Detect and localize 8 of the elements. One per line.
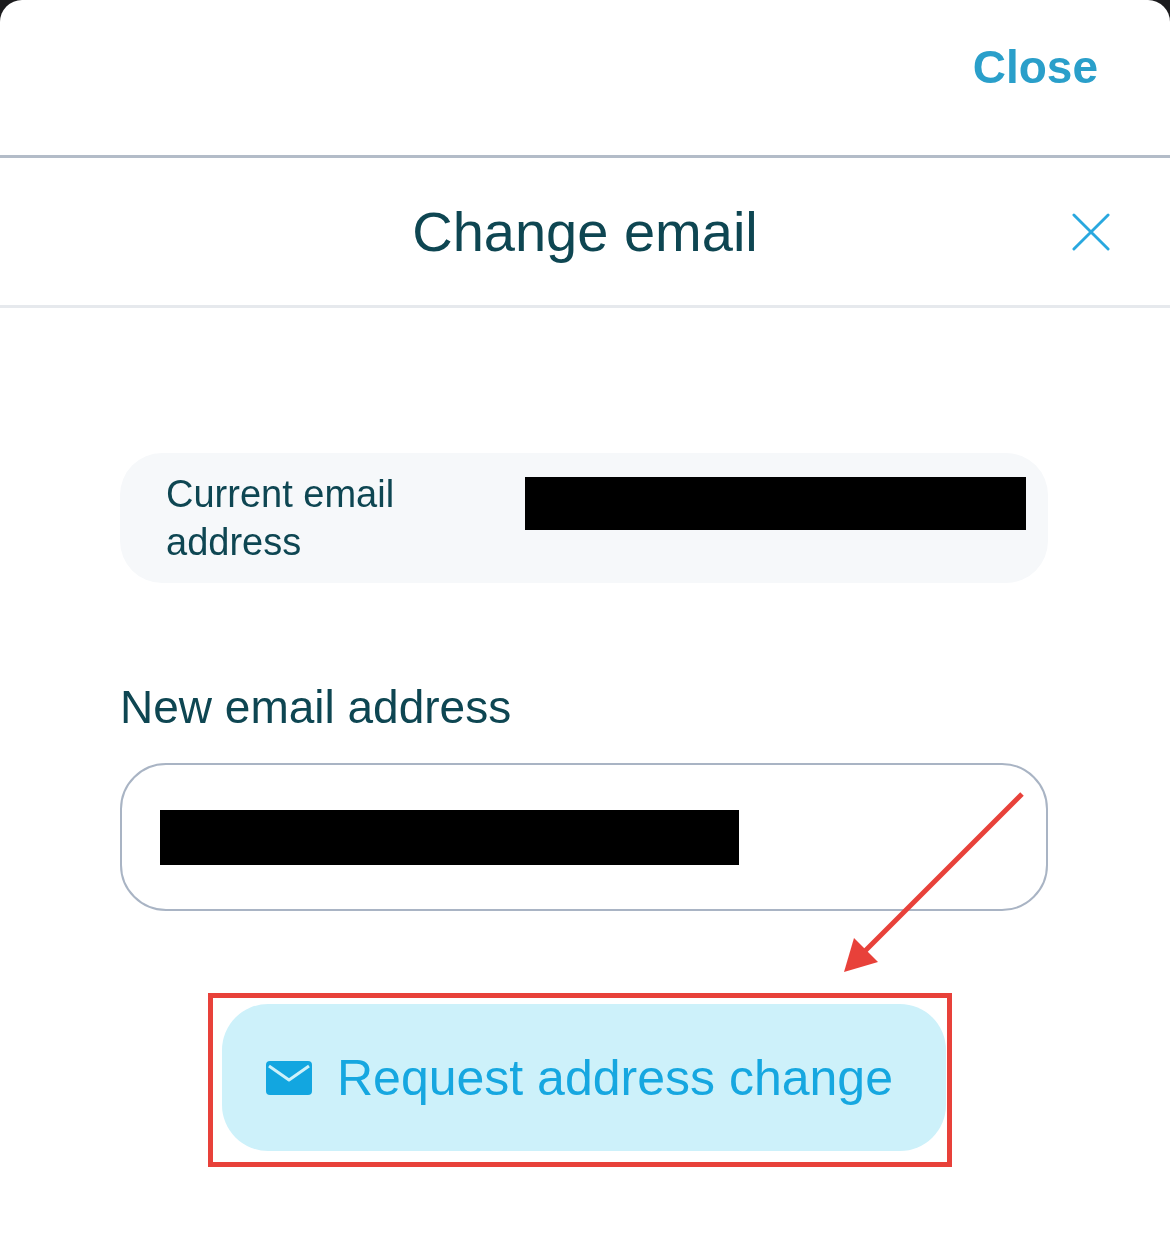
request-change-button[interactable]: Request address change (222, 1004, 946, 1151)
envelope-icon (266, 1060, 312, 1095)
close-link[interactable]: Close (972, 39, 1098, 94)
current-email-label: Current email address (166, 472, 396, 565)
new-email-label: New email address (120, 680, 513, 735)
email-input-field[interactable] (120, 763, 1048, 911)
close-icon[interactable] (1072, 212, 1110, 251)
dialog-title: Change email (412, 199, 758, 264)
